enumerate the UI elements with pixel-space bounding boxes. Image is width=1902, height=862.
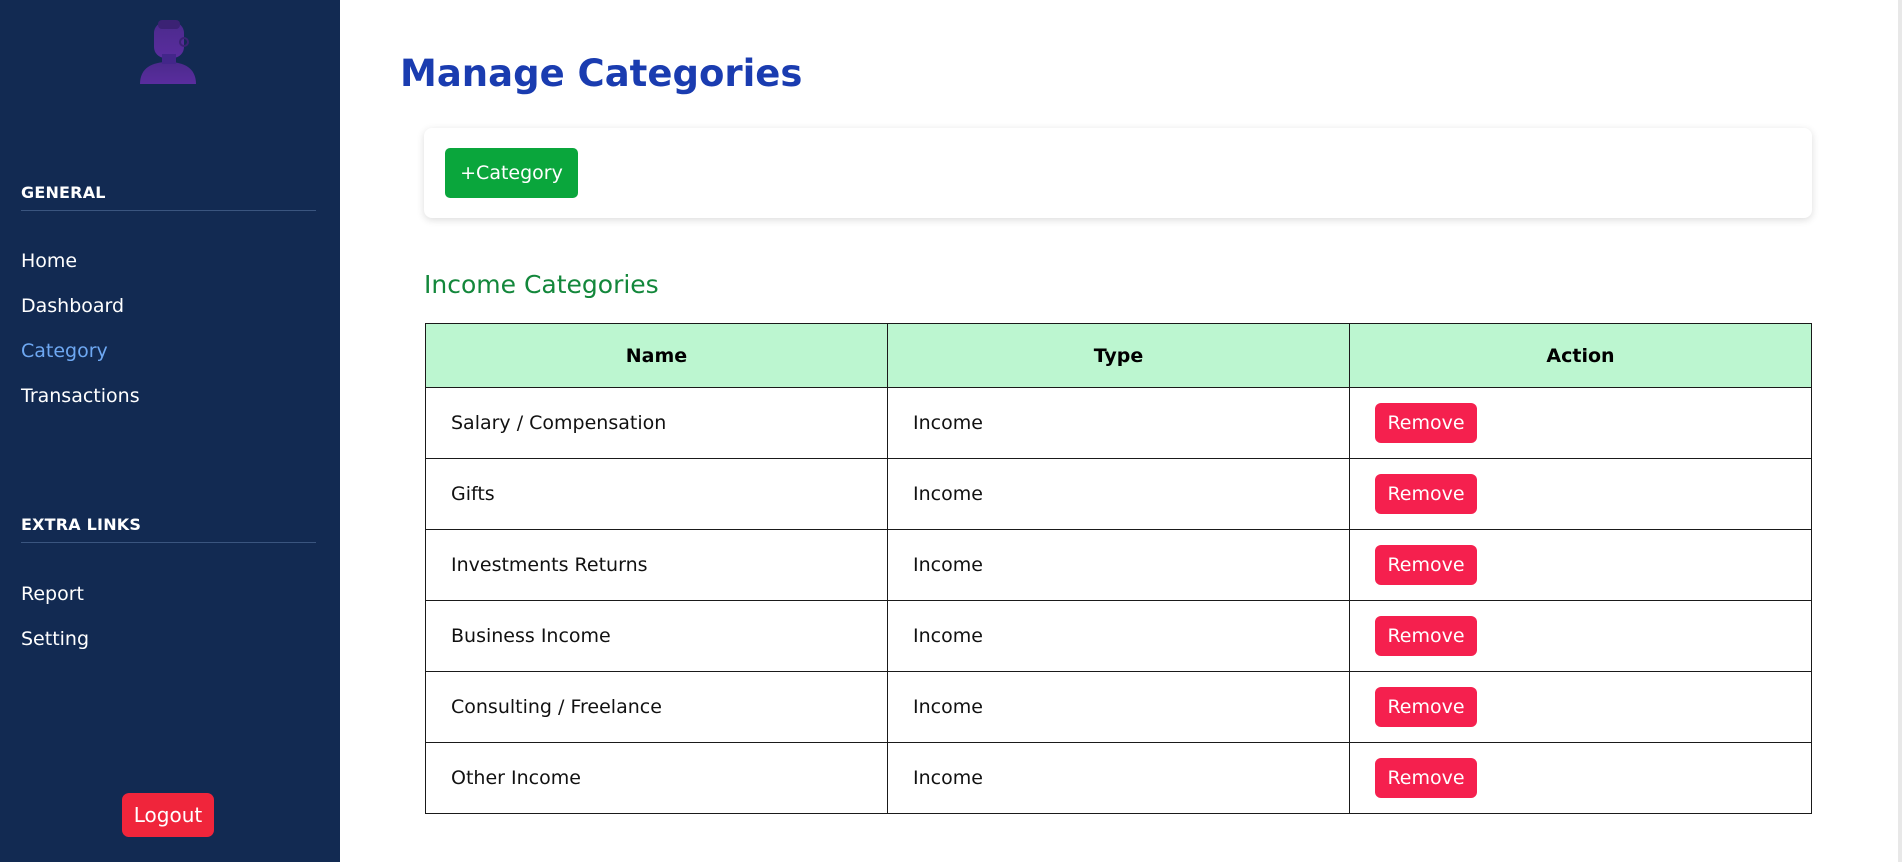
income-categories-title: Income Categories [424,270,659,299]
category-action-cell: Remove [1349,458,1812,530]
remove-button[interactable]: Remove [1375,545,1477,585]
toolbar-card: +Category [424,128,1812,218]
table-row: Business Income Income Remove [425,600,1812,672]
scrollbar-track[interactable] [1898,0,1902,862]
column-header-type: Type [887,323,1350,388]
table-row: Other Income Income Remove [425,742,1812,814]
table-row: Salary / Compensation Income Remove [425,387,1812,459]
logout-button[interactable]: Logout [122,793,214,837]
category-name-cell: Salary / Compensation [425,387,888,459]
sidebar-item-report[interactable]: Report [21,583,84,605]
remove-button[interactable]: Remove [1375,687,1477,727]
category-name-cell: Investments Returns [425,529,888,601]
remove-button[interactable]: Remove [1375,474,1477,514]
page-title: Manage Categories [400,52,803,95]
sidebar-item-category[interactable]: Category [21,340,108,362]
sidebar-item-dashboard[interactable]: Dashboard [21,295,124,317]
category-type-cell: Income [887,458,1350,530]
income-categories-table: Name Type Action Salary / Compensation I… [425,323,1812,814]
add-category-button[interactable]: +Category [445,148,578,198]
category-action-cell: Remove [1349,529,1812,601]
category-type-cell: Income [887,600,1350,672]
category-action-cell: Remove [1349,742,1812,814]
table-row: Gifts Income Remove [425,458,1812,530]
column-header-action: Action [1349,323,1812,388]
table-row: Investments Returns Income Remove [425,529,1812,601]
column-header-name: Name [425,323,888,388]
remove-button[interactable]: Remove [1375,403,1477,443]
category-name-cell: Other Income [425,742,888,814]
table-header-row: Name Type Action [425,323,1812,388]
user-avatar-icon [138,20,198,84]
general-heading: GENERAL [21,183,316,211]
remove-button[interactable]: Remove [1375,616,1477,656]
sidebar-item-setting[interactable]: Setting [21,628,89,650]
category-type-cell: Income [887,387,1350,459]
category-type-cell: Income [887,529,1350,601]
category-name-cell: Consulting / Freelance [425,671,888,743]
category-name-cell: Business Income [425,600,888,672]
remove-button[interactable]: Remove [1375,758,1477,798]
category-name-cell: Gifts [425,458,888,530]
category-type-cell: Income [887,742,1350,814]
category-action-cell: Remove [1349,387,1812,459]
app-root: GENERAL Home Dashboard Category Transact… [0,0,1902,862]
category-action-cell: Remove [1349,600,1812,672]
category-type-cell: Income [887,671,1350,743]
extra-links-heading: EXTRA LINKS [21,515,316,543]
category-action-cell: Remove [1349,671,1812,743]
table-row: Consulting / Freelance Income Remove [425,671,1812,743]
sidebar: GENERAL Home Dashboard Category Transact… [0,0,340,862]
sidebar-item-home[interactable]: Home [21,250,77,272]
sidebar-item-transactions[interactable]: Transactions [21,385,140,407]
